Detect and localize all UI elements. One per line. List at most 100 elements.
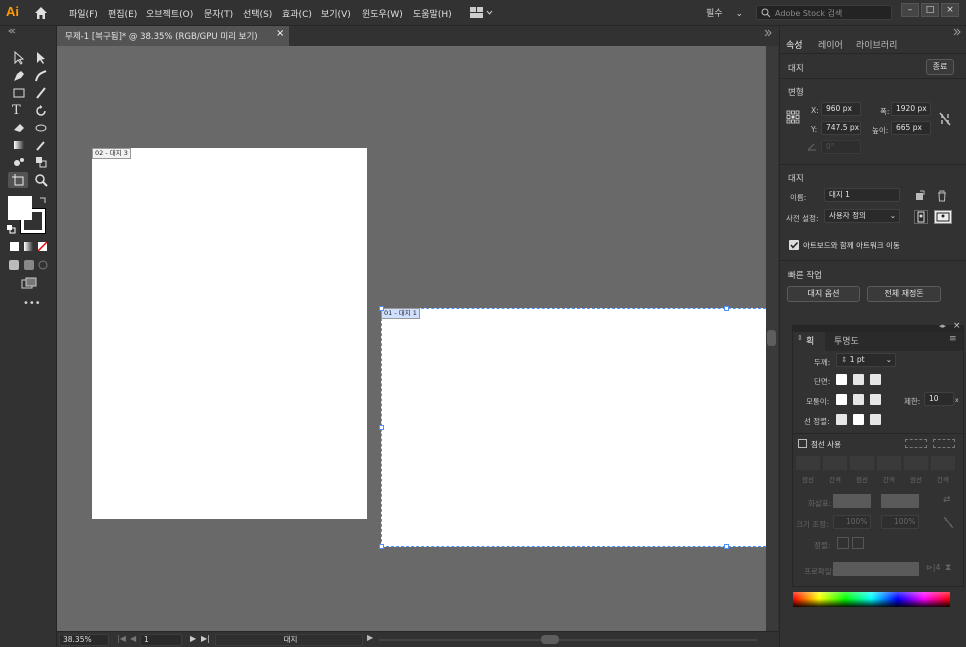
rearrange-all-button[interactable]: 전체 재정돈 xyxy=(867,286,941,302)
color-mode-button[interactable] xyxy=(10,242,19,251)
artboard-tool-button[interactable] xyxy=(8,172,28,188)
limit-field[interactable]: 10 xyxy=(924,392,954,406)
zoom-tool-icon[interactable] xyxy=(34,173,48,187)
collapse-arrows-icon[interactable] xyxy=(8,28,16,34)
dashed-line-checkbox[interactable] xyxy=(798,439,807,448)
curvature-tool-icon[interactable] xyxy=(34,69,48,83)
align-center-icon[interactable] xyxy=(836,414,847,425)
gap-1-field[interactable] xyxy=(823,456,847,470)
zoom-level-select[interactable]: 38.35% xyxy=(59,634,109,646)
panel-menu-icon[interactable]: ≡ xyxy=(949,334,957,344)
status-menu-icon[interactable]: ▶ xyxy=(367,633,373,642)
miter-join-icon[interactable] xyxy=(836,394,847,405)
tab-overflow-icon[interactable] xyxy=(763,29,773,37)
arrow-place-icon[interactable] xyxy=(852,537,864,549)
document-tab[interactable]: 무제-1 [복구됨]* @ 38.35% (RGB/GPU 미리 보기) × xyxy=(57,26,289,46)
artboard-1-label[interactable]: 01 - 대지 1 xyxy=(381,308,420,319)
close-window-button[interactable]: × xyxy=(941,3,959,17)
move-with-artwork-checkbox[interactable] xyxy=(789,240,799,250)
tab-expand-icon[interactable]: ⇕ xyxy=(797,334,803,342)
rectangle-tool-icon[interactable] xyxy=(12,86,26,100)
workspace-switcher[interactable]: 필수 ⌄ xyxy=(706,6,743,19)
gap-2-field[interactable] xyxy=(877,456,901,470)
panel-collapse-icon[interactable]: ◂▸ xyxy=(939,322,946,330)
width-field[interactable]: 1920 px xyxy=(891,102,931,116)
align-outside-icon[interactable] xyxy=(870,414,881,425)
dash-2-field[interactable] xyxy=(850,456,874,470)
tab-transparency[interactable]: 투명도 xyxy=(834,334,859,347)
flip-along-icon[interactable]: ⊳|4 xyxy=(926,563,941,572)
blend-tool-icon[interactable] xyxy=(12,155,26,169)
exit-button[interactable]: 종료 xyxy=(926,59,954,75)
menu-help[interactable]: 도움말(H) xyxy=(413,7,452,20)
stroke-weight-field[interactable]: ⇕ 1 pt ⌄ xyxy=(836,353,896,367)
swap-arrowheads-icon[interactable]: ⇄ xyxy=(943,495,951,505)
panel-collapse-icon[interactable] xyxy=(952,28,962,36)
artboard-number-select[interactable]: 1 xyxy=(140,634,182,646)
selection-tool-icon[interactable] xyxy=(12,51,26,65)
canvas[interactable]: 02 - 대지 3 01 - 대지 1 xyxy=(57,46,766,631)
shape-builder-tool-icon[interactable] xyxy=(34,155,48,169)
align-dash-icon[interactable] xyxy=(933,439,955,448)
tab-properties[interactable]: 속성 xyxy=(786,38,803,51)
preserve-dash-icon[interactable] xyxy=(905,439,927,448)
panel-close-icon[interactable]: × xyxy=(953,321,961,331)
reference-point-icon[interactable] xyxy=(786,110,800,124)
artboard-3-label[interactable]: 02 - 대지 3 xyxy=(92,148,131,159)
profile-select[interactable] xyxy=(833,562,919,576)
dash-3-field[interactable] xyxy=(904,456,928,470)
end-arrowhead-select[interactable] xyxy=(881,494,919,508)
resize-handle-left[interactable] xyxy=(379,425,384,430)
maximize-button[interactable]: □ xyxy=(921,3,939,17)
height-field[interactable]: 665 px xyxy=(891,121,931,135)
none-mode-icon[interactable] xyxy=(38,242,47,251)
artboard-options-button[interactable]: 대지 옵션 xyxy=(787,286,860,302)
arrange-documents-icon[interactable] xyxy=(469,6,493,19)
horizontal-scrollbar-thumb[interactable] xyxy=(541,635,559,644)
gradient-mode-button[interactable] xyxy=(24,242,33,251)
link-scale-icon[interactable] xyxy=(943,516,954,529)
menu-window[interactable]: 윈도우(W) xyxy=(362,7,403,20)
x-field[interactable]: 960 px xyxy=(821,102,861,116)
eyedropper-tool-icon[interactable] xyxy=(34,138,48,152)
tab-stroke[interactable]: 획 xyxy=(806,334,814,347)
vertical-scrollbar-thumb[interactable] xyxy=(767,330,776,346)
draw-normal-icon[interactable] xyxy=(8,259,20,271)
artboard-3[interactable] xyxy=(92,148,367,519)
angle-field[interactable]: 0° xyxy=(821,140,861,154)
start-arrowhead-select[interactable] xyxy=(833,494,871,508)
status-tool-label[interactable]: 대지 xyxy=(215,634,363,646)
default-colors-icon[interactable] xyxy=(6,224,16,234)
flip-across-icon[interactable]: ⧗ xyxy=(945,563,951,573)
preset-select[interactable]: 사용자 정의 ⌄ xyxy=(824,209,900,223)
resize-handle-tl[interactable] xyxy=(379,306,384,311)
paintbrush-tool-icon[interactable] xyxy=(34,86,48,100)
minimize-button[interactable]: – xyxy=(901,3,919,17)
draw-behind-icon[interactable] xyxy=(23,259,35,271)
next-artboard-icon[interactable]: ▶ xyxy=(190,634,196,643)
gradient-tool-icon[interactable] xyxy=(12,138,26,152)
prev-artboard-icon[interactable]: ◀ xyxy=(130,634,136,643)
menu-effect[interactable]: 효과(C) xyxy=(282,7,312,20)
new-artboard-icon[interactable] xyxy=(914,190,926,202)
pen-tool-icon[interactable] xyxy=(12,69,26,83)
screen-mode-icon[interactable] xyxy=(21,277,37,289)
menu-select[interactable]: 선택(S) xyxy=(243,7,272,20)
horizontal-scrollbar[interactable] xyxy=(379,639,757,641)
tab-layers[interactable]: 레이어 xyxy=(818,38,843,51)
last-artboard-icon[interactable]: ▶| xyxy=(201,634,210,643)
fill-swatch[interactable] xyxy=(8,196,32,220)
end-scale-field[interactable]: 100% xyxy=(881,515,919,529)
landscape-orientation-button[interactable] xyxy=(934,210,952,224)
rotate-tool-icon[interactable] xyxy=(34,104,48,118)
close-tab-button[interactable]: × xyxy=(276,28,284,39)
menu-object[interactable]: 오브젝트(O) xyxy=(146,7,193,20)
artboard-name-field[interactable]: 대지 1 xyxy=(824,188,900,202)
swap-colors-icon[interactable] xyxy=(38,195,48,205)
eraser-tool-icon[interactable] xyxy=(12,121,26,135)
delete-artboard-icon[interactable] xyxy=(936,190,948,202)
round-cap-icon[interactable] xyxy=(853,374,864,385)
bevel-join-icon[interactable] xyxy=(870,394,881,405)
menu-type[interactable]: 문자(T) xyxy=(204,7,233,20)
square-cap-icon[interactable] xyxy=(870,374,881,385)
